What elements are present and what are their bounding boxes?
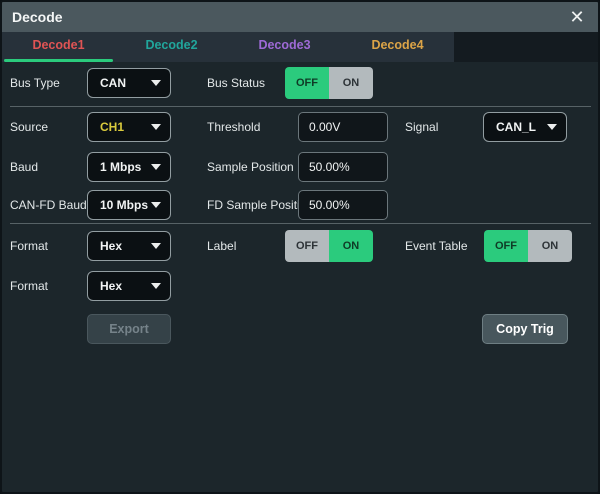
format-value: Hex <box>100 239 122 253</box>
section-divider <box>10 223 591 224</box>
source-dropdown[interactable]: CH1 <box>87 112 171 142</box>
title-bar: Decode <box>2 2 598 32</box>
canfd-baud-label: CAN-FD Baud <box>10 190 87 220</box>
export-button[interactable]: Export <box>87 314 171 344</box>
baud-label: Baud <box>10 152 38 182</box>
bus-type-dropdown[interactable]: CAN <box>87 68 171 98</box>
bus-status-toggle[interactable]: OFF ON <box>285 67 373 99</box>
decode-dialog: Decode ✕ Decode1 Decode2 Decode3 Decode4… <box>0 0 600 494</box>
tab-decode3[interactable]: Decode3 <box>228 32 341 62</box>
canfd-baud-dropdown[interactable]: 10 Mbps <box>87 190 171 220</box>
bus-status-label: Bus Status <box>207 68 265 98</box>
tab-decode1[interactable]: Decode1 <box>2 32 115 62</box>
event-table-toggle[interactable]: OFF ON <box>484 230 572 262</box>
event-table-label: Event Table <box>405 231 468 261</box>
sample-position-label: Sample Position <box>207 152 294 182</box>
tab-decode2[interactable]: Decode2 <box>115 32 228 62</box>
chevron-down-icon <box>151 202 161 208</box>
tab-strip-filler <box>454 32 598 62</box>
dialog-title: Decode <box>12 9 63 25</box>
baud-value: 1 Mbps <box>100 160 141 174</box>
format2-label: Format <box>10 271 48 301</box>
chevron-down-icon <box>547 124 557 130</box>
active-tab-underline <box>4 59 113 62</box>
format-label: Format <box>10 231 48 261</box>
tab-decode3-label: Decode3 <box>258 38 310 52</box>
format-dropdown[interactable]: Hex <box>87 231 171 261</box>
event-table-off[interactable]: OFF <box>484 230 528 262</box>
baud-dropdown[interactable]: 1 Mbps <box>87 152 171 182</box>
format2-value: Hex <box>100 279 122 293</box>
tab-decode1-label: Decode1 <box>32 38 84 52</box>
signal-label: Signal <box>405 112 438 142</box>
signal-dropdown[interactable]: CAN_L <box>483 112 567 142</box>
canfd-baud-value: 10 Mbps <box>100 198 148 212</box>
bus-type-label: Bus Type <box>10 68 60 98</box>
format2-dropdown[interactable]: Hex <box>87 271 171 301</box>
bus-status-off[interactable]: OFF <box>285 67 329 99</box>
tab-decode4[interactable]: Decode4 <box>341 32 454 62</box>
close-icon[interactable]: ✕ <box>564 4 590 30</box>
copy-trig-button[interactable]: Copy Trig <box>482 314 568 344</box>
chevron-down-icon <box>151 80 161 86</box>
tab-strip: Decode1 Decode2 Decode3 Decode4 <box>2 32 598 62</box>
label-off[interactable]: OFF <box>285 230 329 262</box>
sample-position-input[interactable]: 50.00% <box>298 152 388 182</box>
chevron-down-icon <box>151 124 161 130</box>
label-toggle[interactable]: OFF ON <box>285 230 373 262</box>
tab-decode2-label: Decode2 <box>145 38 197 52</box>
threshold-label: Threshold <box>207 112 260 142</box>
threshold-input[interactable]: 0.00V <box>298 112 388 142</box>
label-toggle-label: Label <box>207 231 236 261</box>
section-divider <box>10 106 591 107</box>
fd-sample-position-input[interactable]: 50.00% <box>298 190 388 220</box>
signal-value: CAN_L <box>496 120 536 134</box>
chevron-down-icon <box>151 164 161 170</box>
bus-type-value: CAN <box>100 76 126 90</box>
event-table-on[interactable]: ON <box>528 230 572 262</box>
bus-status-on[interactable]: ON <box>329 67 373 99</box>
source-value: CH1 <box>100 120 124 134</box>
source-label: Source <box>10 112 48 142</box>
chevron-down-icon <box>151 283 161 289</box>
chevron-down-icon <box>151 243 161 249</box>
tab-decode4-label: Decode4 <box>371 38 423 52</box>
label-on[interactable]: ON <box>329 230 373 262</box>
